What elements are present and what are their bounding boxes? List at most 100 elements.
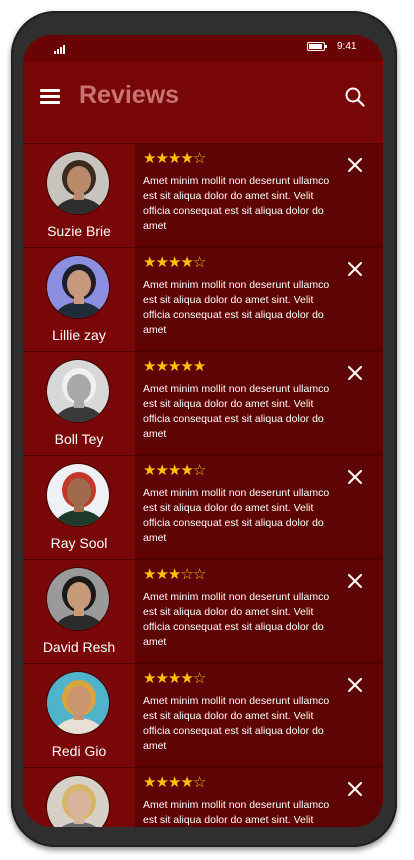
star-filled-icon: ★: [143, 461, 156, 479]
status-time: 9:41: [337, 41, 357, 52]
star-outline-icon: ☆: [192, 565, 206, 583]
search-icon[interactable]: [345, 87, 365, 107]
reviewer-column: Suzie Brie: [23, 144, 135, 248]
battery-icon: [307, 42, 327, 51]
review-text: Amet minim mollit non deserunt ullamco e…: [143, 799, 330, 826]
close-icon[interactable]: [347, 261, 363, 277]
review-row: Lillie zay ★★★★☆ Amet minim mollit non d…: [23, 247, 383, 352]
star-filled-icon: ★: [180, 253, 193, 271]
star-outline-icon: ☆: [192, 669, 206, 687]
review-row: Suzie Brie ★★★★☆ Amet minim mollit non d…: [23, 143, 383, 248]
star-filled-icon: ★: [180, 669, 193, 687]
avatar[interactable]: [46, 567, 110, 631]
review-text: Amet minim mollit non deserunt ullamco e…: [143, 383, 330, 440]
reviewer-column: David Resh: [23, 560, 135, 664]
hamburger-icon[interactable]: [40, 89, 60, 105]
page-title: Reviews: [79, 81, 180, 109]
star-filled-icon: ★: [155, 357, 168, 375]
reviewer-name: Suzie Brie: [47, 223, 111, 239]
star-filled-icon: ★: [155, 773, 168, 791]
star-filled-icon: ★: [167, 669, 181, 687]
avatar[interactable]: [46, 671, 110, 735]
star-filled-icon: ★: [143, 669, 156, 687]
signal-icon: [54, 45, 65, 54]
screen: 9:41 Reviews Suzie Brie ★★★★☆ Amet minim…: [23, 35, 383, 827]
reviewer-name: Boll Tey: [54, 431, 104, 447]
star-rating: ★★★★☆: [143, 149, 206, 167]
star-rating: ★★★★★: [143, 357, 206, 375]
star-filled-icon: ★: [180, 461, 193, 479]
star-outline-icon: ☆: [192, 253, 206, 271]
avatar[interactable]: [46, 151, 110, 215]
phone-frame: 9:41 Reviews Suzie Brie ★★★★☆ Amet minim…: [11, 11, 397, 847]
review-list: Suzie Brie ★★★★☆ Amet minim mollit non d…: [23, 143, 383, 827]
close-icon[interactable]: [347, 157, 363, 173]
star-rating: ★★★★☆: [143, 773, 206, 791]
star-rating: ★★★☆☆: [143, 565, 206, 583]
star-filled-icon: ★: [143, 357, 156, 375]
star-filled-icon: ★: [155, 253, 168, 271]
review-text: Amet minim mollit non deserunt ullamco e…: [143, 591, 330, 648]
review-text: Amet minim mollit non deserunt ullamco e…: [143, 175, 330, 232]
star-filled-icon: ★: [155, 565, 168, 583]
reviewer-column: [23, 768, 135, 827]
review-row: Boll Tey ★★★★★ Amet minim mollit non des…: [23, 351, 383, 456]
close-icon[interactable]: [347, 365, 363, 381]
reviewer-name: Ray Sool: [50, 535, 108, 551]
reviewer-name: Lillie zay: [52, 327, 106, 343]
star-filled-icon: ★: [155, 149, 168, 167]
star-filled-icon: ★: [167, 773, 181, 791]
star-filled-icon: ★: [192, 357, 206, 375]
star-filled-icon: ★: [143, 773, 156, 791]
review-content: ★★★★☆ Amet minim mollit non deserunt ull…: [135, 456, 383, 560]
review-row: Redi Gio ★★★★☆ Amet minim mollit non des…: [23, 663, 383, 768]
close-icon[interactable]: [347, 573, 363, 589]
review-row: Ray Sool ★★★★☆ Amet minim mollit non des…: [23, 455, 383, 560]
review-row: David Resh ★★★☆☆ Amet minim mollit non d…: [23, 559, 383, 664]
star-outline-icon: ☆: [192, 149, 206, 167]
star-filled-icon: ★: [167, 357, 181, 375]
star-filled-icon: ★: [167, 149, 181, 167]
reviewer-name: Redi Gio: [51, 743, 107, 759]
star-filled-icon: ★: [143, 149, 156, 167]
review-text: Amet minim mollit non deserunt ullamco e…: [143, 487, 330, 544]
star-filled-icon: ★: [180, 773, 193, 791]
star-outline-icon: ☆: [192, 773, 206, 791]
avatar[interactable]: [46, 463, 110, 527]
review-content: ★★★★☆ Amet minim mollit non deserunt ull…: [135, 664, 383, 768]
review-content: ★★★☆☆ Amet minim mollit non deserunt ull…: [135, 560, 383, 664]
review-text: Amet minim mollit non deserunt ullamco e…: [143, 695, 330, 752]
star-filled-icon: ★: [143, 253, 156, 271]
reviewer-column: Lillie zay: [23, 248, 135, 352]
reviewer-column: Ray Sool: [23, 456, 135, 560]
avatar[interactable]: [46, 359, 110, 423]
star-filled-icon: ★: [167, 253, 181, 271]
close-icon[interactable]: [347, 469, 363, 485]
star-rating: ★★★★☆: [143, 461, 206, 479]
close-icon[interactable]: [347, 781, 363, 797]
reviewer-column: Redi Gio: [23, 664, 135, 768]
review-content: ★★★★☆ Amet minim mollit non deserunt ull…: [135, 768, 383, 827]
review-content: ★★★★☆ Amet minim mollit non deserunt ull…: [135, 248, 383, 352]
status-bar: 9:41: [23, 35, 383, 61]
reviewer-name: David Resh: [42, 639, 116, 655]
review-content: ★★★★★ Amet minim mollit non deserunt ull…: [135, 352, 383, 456]
review-content: ★★★★☆ Amet minim mollit non deserunt ull…: [135, 144, 383, 248]
star-outline-icon: ☆: [192, 461, 206, 479]
star-filled-icon: ★: [155, 461, 168, 479]
star-outline-icon: ☆: [180, 565, 193, 583]
star-filled-icon: ★: [180, 149, 193, 167]
star-filled-icon: ★: [155, 669, 168, 687]
star-filled-icon: ★: [167, 461, 181, 479]
reviewer-column: Boll Tey: [23, 352, 135, 456]
star-filled-icon: ★: [167, 565, 181, 583]
star-rating: ★★★★☆: [143, 669, 206, 687]
close-icon[interactable]: [347, 677, 363, 693]
review-text: Amet minim mollit non deserunt ullamco e…: [143, 279, 330, 336]
avatar[interactable]: [46, 255, 110, 319]
app-bar: Reviews: [23, 61, 383, 143]
avatar[interactable]: [46, 775, 110, 827]
star-filled-icon: ★: [180, 357, 193, 375]
star-rating: ★★★★☆: [143, 253, 206, 271]
review-row: ★★★★☆ Amet minim mollit non deserunt ull…: [23, 767, 383, 827]
